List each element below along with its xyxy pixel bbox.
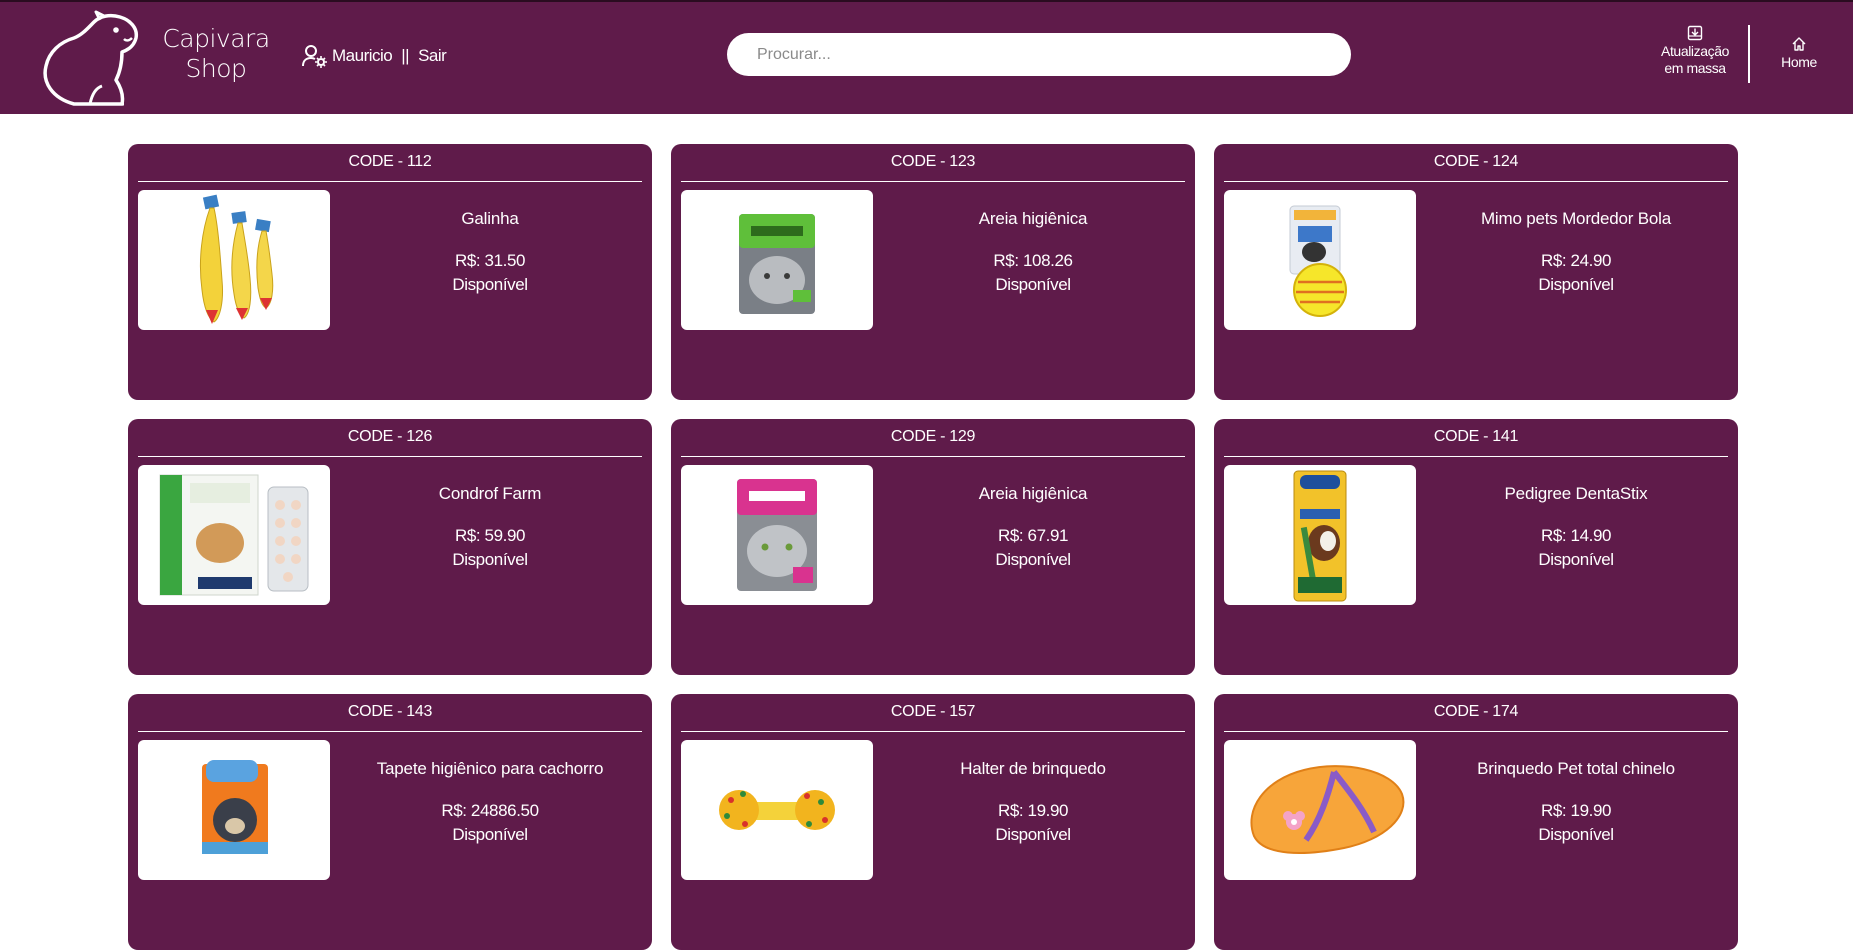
logout-link[interactable]: Sair — [418, 46, 447, 66]
product-name[interactable]: Pedigree DentaStix — [1426, 483, 1726, 505]
search-input[interactable] — [727, 33, 1351, 76]
product-card[interactable]: CODE - 129 Areia higiênica R$: 67.91 Dis… — [671, 419, 1195, 675]
product-info: Galinha R$: 31.50 Disponível — [340, 208, 640, 296]
product-name[interactable]: Tapete higiênico para cachorro — [340, 758, 640, 780]
product-status: Disponível — [1538, 550, 1614, 569]
product-code: CODE - 112 — [138, 152, 642, 182]
condrofarm-image — [159, 474, 309, 596]
product-info: Pedigree DentaStix R$: 14.90 Disponível — [1426, 483, 1726, 571]
product-card[interactable]: CODE - 126 Condrof Farm R$: 59.90 Dispon… — [128, 419, 652, 675]
capybara-logo-icon[interactable] — [34, 8, 142, 112]
user-name[interactable]: Mauricio — [332, 46, 393, 66]
user-settings-icon[interactable] — [302, 44, 328, 68]
flip-flop-toy-image — [1250, 765, 1405, 854]
chew-ball-image — [1289, 205, 1347, 317]
product-image[interactable] — [1224, 740, 1416, 880]
cat-litter-pink-image — [737, 479, 817, 591]
product-card[interactable]: CODE - 157 Halter de brinquedo R$: 19.90… — [671, 694, 1195, 950]
product-status: Disponível — [995, 825, 1071, 844]
product-price: R$: 31.50 — [454, 251, 526, 270]
product-image[interactable] — [681, 190, 873, 330]
home-link[interactable]: Home — [1774, 36, 1824, 71]
product-name[interactable]: Areia higiênica — [883, 483, 1183, 505]
product-image[interactable] — [681, 465, 873, 605]
product-price: R$: 67.91 — [997, 526, 1069, 545]
product-image[interactable] — [138, 190, 330, 330]
top-header: Capivara Shop Mauricio || Sair Atualizaç… — [0, 0, 1853, 114]
bulk-update-line-2: em massa — [1664, 60, 1726, 76]
bulk-update-line-1: Atualização — [1661, 43, 1729, 59]
product-code: CODE - 143 — [138, 702, 642, 732]
product-price: R$: 19.90 — [1540, 801, 1612, 820]
product-info: Halter de brinquedo R$: 19.90 Disponível — [883, 758, 1183, 846]
product-status: Disponível — [1538, 825, 1614, 844]
product-info: Mimo pets Mordedor Bola R$: 24.90 Dispon… — [1426, 208, 1726, 296]
dentastix-image — [1293, 470, 1347, 602]
product-name[interactable]: Condrof Farm — [340, 483, 640, 505]
product-code: CODE - 157 — [681, 702, 1185, 732]
product-card[interactable]: CODE - 174 Brinquedo Pet total chinelo R… — [1214, 694, 1738, 950]
home-label: Home — [1781, 54, 1817, 70]
product-price: R$: 24886.50 — [441, 801, 539, 820]
product-info: Tapete higiênico para cachorro R$: 24886… — [340, 758, 640, 846]
product-image[interactable] — [1224, 465, 1416, 605]
product-info: Areia higiênica R$: 67.91 Disponível — [883, 483, 1183, 571]
product-card[interactable]: CODE - 124 Mimo pets Mordedor Bola R$: 2… — [1214, 144, 1738, 400]
product-info: Areia higiênica R$: 108.26 Disponível — [883, 208, 1183, 296]
download-box-icon — [1687, 25, 1703, 41]
brand-line-1: Capivara — [162, 24, 270, 53]
product-status: Disponível — [995, 275, 1071, 294]
product-card[interactable]: CODE - 123 Areia higiênica R$: 108.26 Di… — [671, 144, 1195, 400]
cat-litter-bag-image — [739, 214, 815, 314]
toy-dumbbell-image — [719, 790, 835, 830]
product-image[interactable] — [138, 740, 330, 880]
product-price: R$: 24.90 — [1540, 251, 1612, 270]
product-name[interactable]: Mimo pets Mordedor Bola — [1426, 208, 1726, 230]
product-code: CODE - 141 — [1224, 427, 1728, 457]
bulk-update-link[interactable]: Atualização em massa — [1652, 25, 1738, 77]
nav-divider — [1748, 25, 1750, 83]
product-image[interactable] — [1224, 190, 1416, 330]
product-code: CODE - 129 — [681, 427, 1185, 457]
product-card[interactable]: CODE - 112 Galinha R$: 31.50 Disponível — [128, 144, 652, 400]
product-info: Brinquedo Pet total chinelo R$: 19.90 Di… — [1426, 758, 1726, 846]
product-code: CODE - 124 — [1224, 152, 1728, 182]
product-name[interactable]: Galinha — [340, 208, 640, 230]
product-price: R$: 59.90 — [454, 526, 526, 545]
product-status: Disponível — [452, 550, 528, 569]
product-name[interactable]: Brinquedo Pet total chinelo — [1426, 758, 1726, 780]
product-code: CODE - 126 — [138, 427, 642, 457]
product-price: R$: 19.90 — [997, 801, 1069, 820]
brand-name[interactable]: Capivara Shop — [158, 24, 274, 84]
product-code: CODE - 123 — [681, 152, 1185, 182]
product-image[interactable] — [138, 465, 330, 605]
product-status: Disponível — [452, 275, 528, 294]
home-icon — [1792, 37, 1806, 51]
product-name[interactable]: Areia higiênica — [883, 208, 1183, 230]
product-price: R$: 14.90 — [1540, 526, 1612, 545]
brand-line-2: Shop — [185, 54, 247, 83]
product-status: Disponível — [995, 550, 1071, 569]
product-card[interactable]: CODE - 141 Pedigree DentaStix R$: 14.90 … — [1214, 419, 1738, 675]
dog-pad-pack-image — [202, 760, 268, 854]
rubber-chicken-image — [199, 194, 274, 324]
user-area: Mauricio || Sair — [302, 43, 447, 69]
product-code: CODE - 174 — [1224, 702, 1728, 732]
product-status: Disponível — [452, 825, 528, 844]
user-separator: || — [401, 46, 410, 65]
product-price: R$: 108.26 — [993, 251, 1073, 270]
product-name[interactable]: Halter de brinquedo — [883, 758, 1183, 780]
product-card[interactable]: CODE - 143 Tapete higiênico para cachorr… — [128, 694, 652, 950]
product-grid: CODE - 112 Galinha R$: 31.50 Disponível … — [128, 144, 1738, 950]
product-status: Disponível — [1538, 275, 1614, 294]
product-info: Condrof Farm R$: 59.90 Disponível — [340, 483, 640, 571]
product-image[interactable] — [681, 740, 873, 880]
